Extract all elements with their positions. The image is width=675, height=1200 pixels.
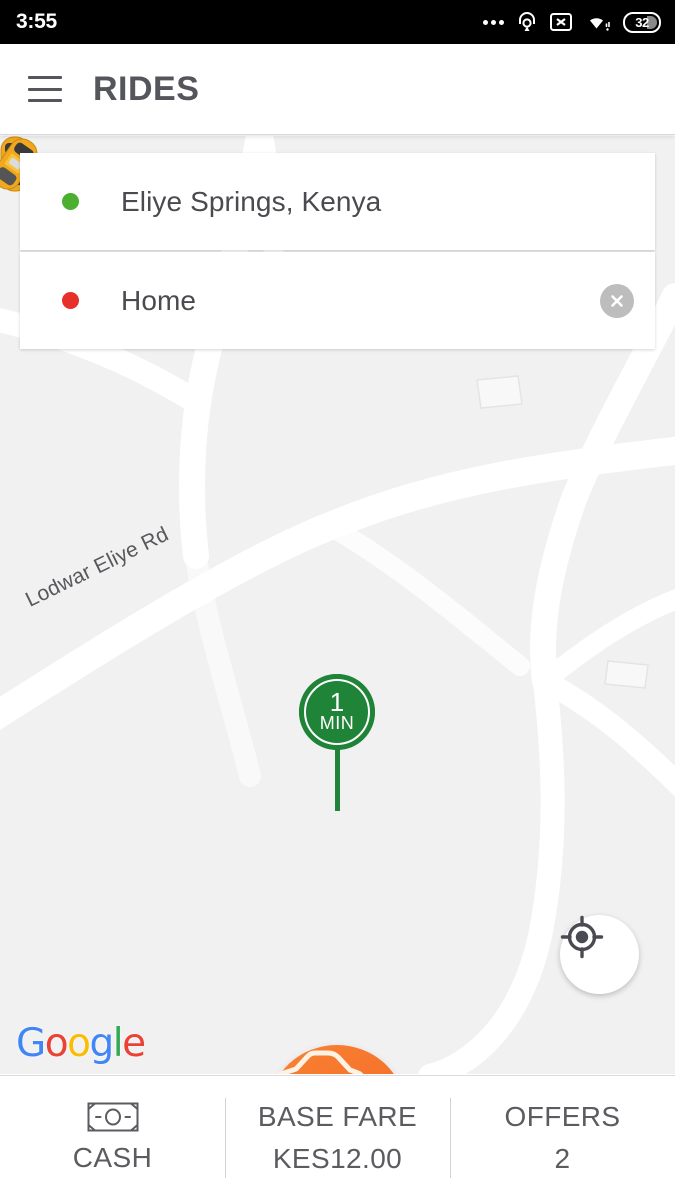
google-logo-letter: e	[122, 1021, 146, 1066]
status-bar-icons: 32	[483, 10, 661, 34]
my-location-button[interactable]	[560, 915, 639, 994]
hamburger-menu-icon[interactable]	[28, 76, 62, 102]
offers-cell[interactable]: OFFERS 2	[450, 1076, 675, 1200]
payment-method-cell[interactable]: CASH	[0, 1076, 225, 1200]
eta-marker-bubble: 1 MIN	[299, 674, 375, 750]
battery-level-label: 32	[635, 14, 649, 30]
pickup-location-card[interactable]: Eliye Springs, Kenya	[20, 153, 655, 250]
close-icon	[611, 294, 623, 307]
base-fare-cell[interactable]: BASE FARE KES12.00	[225, 1076, 450, 1200]
destination-location-label: Home	[121, 284, 197, 316]
more-dots-icon	[483, 19, 504, 25]
status-bar-clock: 3:55	[16, 10, 57, 33]
no-sim-icon	[549, 11, 573, 33]
google-logo-letter: l	[112, 1021, 124, 1066]
payment-method-label: CASH	[72, 1142, 153, 1173]
car-icon	[276, 1050, 364, 1074]
offers-title: OFFERS	[504, 1101, 621, 1132]
ride-hailing-app-screen: 3:55 32 RIDES Lodwar Eliye Rd 1 MIN Goog…	[0, 0, 675, 1200]
clear-destination-button[interactable]	[600, 283, 634, 318]
google-logo-letter: o	[44, 1021, 69, 1066]
eta-value: 1	[329, 687, 345, 717]
cash-icon	[87, 1102, 138, 1132]
wifi-icon	[584, 10, 612, 34]
my-location-icon	[560, 915, 604, 959]
app-bar: RIDES	[0, 44, 675, 135]
page-title: RIDES	[93, 69, 200, 108]
pickup-location-label: Eliye Springs, Kenya	[121, 185, 382, 217]
google-logo-letter: o	[67, 1021, 91, 1066]
destination-dot-icon	[62, 292, 79, 309]
eta-marker[interactable]: 1 MIN	[299, 674, 375, 811]
pickup-dot-icon	[62, 193, 79, 210]
base-fare-value: KES12.00	[272, 1143, 403, 1174]
destination-location-card[interactable]: Home	[20, 252, 655, 349]
eta-unit: MIN	[319, 713, 355, 733]
google-logo: Google	[16, 1021, 146, 1066]
location-cards: Eliye Springs, Kenya Home	[20, 153, 655, 349]
building-shape	[476, 375, 523, 409]
offers-count: 2	[554, 1143, 571, 1174]
google-logo-letter: g	[89, 1021, 114, 1066]
base-fare-title: BASE FARE	[257, 1101, 418, 1132]
bottom-info-bar: CASH BASE FARE KES12.00 OFFERS 2	[0, 1075, 675, 1200]
battery-icon: 32	[623, 11, 661, 33]
building-shape	[604, 660, 649, 689]
eta-marker-stem	[334, 749, 340, 811]
status-bar: 3:55 32	[0, 0, 675, 44]
google-logo-letter: G	[16, 1021, 46, 1066]
headset-icon	[516, 10, 538, 34]
